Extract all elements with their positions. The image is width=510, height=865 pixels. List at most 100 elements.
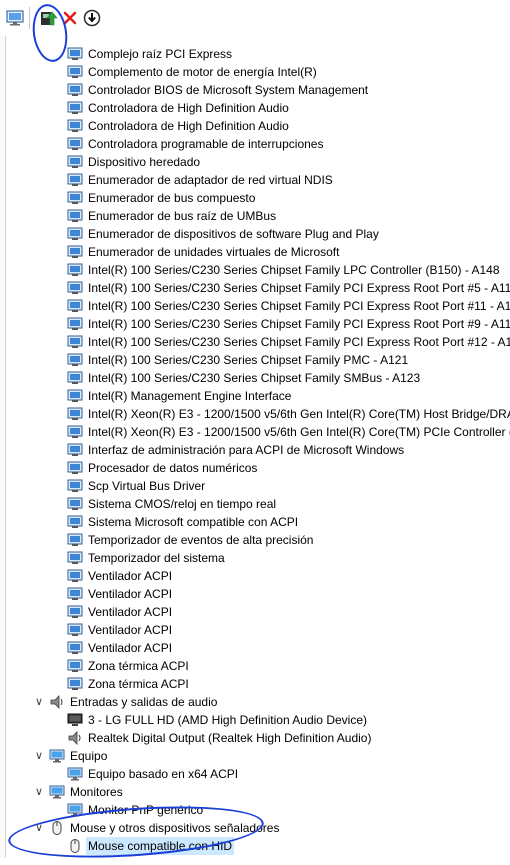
tree-item-device[interactable]: Ventilador ACPI xyxy=(6,567,510,585)
tree-item-device[interactable]: Controladora de High Definition Audio xyxy=(6,117,510,135)
tree-item-icon xyxy=(67,515,83,529)
device-icon xyxy=(67,587,83,600)
tree-item-icon xyxy=(67,731,83,745)
device-label: Intel(R) 100 Series/C230 Series Chipset … xyxy=(88,263,500,277)
tree-item-device[interactable]: Controlador BIOS de Microsoft System Man… xyxy=(6,81,510,99)
tree-item-device[interactable]: Temporizador del sistema xyxy=(6,549,510,567)
tree-item-icon xyxy=(67,353,83,367)
tree-item-device[interactable]: Zona térmica ACPI xyxy=(6,657,510,675)
tree-item-device[interactable]: Intel(R) 100 Series/C230 Series Chipset … xyxy=(6,261,510,279)
tree-item-device[interactable]: Enumerador de adaptador de red virtual N… xyxy=(6,171,510,189)
device-label: Sistema Microsoft compatible con ACPI xyxy=(88,515,299,529)
tree-item-device[interactable]: Zona térmica ACPI xyxy=(6,675,510,693)
tree-item-icon xyxy=(67,65,83,79)
tree-item-icon xyxy=(67,461,83,475)
device-label: Ventilador ACPI xyxy=(88,641,173,655)
tree-category-audio[interactable]: ∨ Entradas y salidas de audio xyxy=(6,693,510,711)
tree-category-monitors[interactable]: ∨ Monitores xyxy=(6,783,510,801)
tree-item-icon xyxy=(67,371,83,385)
tree-item-device[interactable]: Scp Virtual Bus Driver xyxy=(6,477,510,495)
device-icon xyxy=(67,443,83,456)
chevron-down-icon[interactable]: ∨ xyxy=(32,693,46,711)
tree-item-device[interactable]: Enumerador de unidades virtuales de Micr… xyxy=(6,243,510,261)
device-icon xyxy=(67,461,83,474)
scan-hardware-button[interactable] xyxy=(5,8,25,28)
device-label: Complemento de motor de energía Intel(R) xyxy=(88,65,317,79)
device-icon xyxy=(67,245,83,258)
tree-item-icon xyxy=(49,749,65,763)
tree-item-device[interactable]: Controladora de High Definition Audio xyxy=(6,99,510,117)
device-icon xyxy=(67,659,83,672)
tree-item-device[interactable]: Intel(R) 100 Series/C230 Series Chipset … xyxy=(6,315,510,333)
down-arrow-circle-icon xyxy=(83,9,101,27)
tree-item-icon xyxy=(67,713,83,727)
tree-item-device[interactable]: Ventilador ACPI xyxy=(6,585,510,603)
tree-item-icon xyxy=(67,227,83,241)
device-label: Intel(R) 100 Series/C230 Series Chipset … xyxy=(88,281,510,295)
tree-item-icon xyxy=(67,659,83,673)
device-icon xyxy=(67,641,83,654)
device-icon xyxy=(67,515,83,528)
device-label: Dispositivo heredado xyxy=(88,155,201,169)
device-icon xyxy=(67,299,83,312)
tree-item-device[interactable]: Controladora programable de interrupcion… xyxy=(6,135,510,153)
monitor-scan-icon xyxy=(6,10,24,26)
chevron-down-icon[interactable]: ∨ xyxy=(32,783,46,801)
tree-item-device[interactable]: Complemento de motor de energía Intel(R) xyxy=(6,63,510,81)
tree-item-icon xyxy=(67,389,83,403)
tree-item-device[interactable]: Complejo raíz PCI Express xyxy=(6,45,510,63)
tree-item-icon xyxy=(67,443,83,457)
device-icon xyxy=(67,407,83,420)
tree-item-audio-child[interactable]: Realtek Digital Output (Realtek High Def… xyxy=(6,729,510,747)
tree-item-device[interactable]: Temporizador de eventos de alta precisió… xyxy=(6,531,510,549)
tree-item-icon xyxy=(67,245,83,259)
tree-item-device[interactable]: Intel(R) 100 Series/C230 Series Chipset … xyxy=(6,297,510,315)
tree-item-device[interactable]: Dispositivo heredado xyxy=(6,153,510,171)
tree-item-device[interactable]: Intel(R) 100 Series/C230 Series Chipset … xyxy=(6,351,510,369)
tree-item-icon xyxy=(67,605,83,619)
enable-device-button[interactable] xyxy=(82,8,102,28)
tree-item-device[interactable]: Intel(R) Xeon(R) E3 - 1200/1500 v5/6th G… xyxy=(6,423,510,441)
tree-item-device[interactable]: Sistema Microsoft compatible con ACPI xyxy=(6,513,510,531)
tree-item-device[interactable]: Enumerador de bus raíz de UMBus xyxy=(6,207,510,225)
tree-item-audio-child[interactable]: 3 - LG FULL HD (AMD High Definition Audi… xyxy=(6,711,510,729)
device-icon xyxy=(67,425,83,438)
tree-item-device[interactable]: Procesador de datos numéricos xyxy=(6,459,510,477)
device-label: Zona térmica ACPI xyxy=(88,677,189,691)
tree-item-device[interactable]: Ventilador ACPI xyxy=(6,621,510,639)
device-icon xyxy=(67,119,83,132)
tree-item-icon xyxy=(67,137,83,151)
device-label: Ventilador ACPI xyxy=(88,587,173,601)
tree-item-device[interactable]: Ventilador ACPI xyxy=(6,639,510,657)
device-label: Enumerador de unidades virtuales de Micr… xyxy=(88,245,340,259)
tree-item-device[interactable]: Ventilador ACPI xyxy=(6,603,510,621)
device-label: Controladora de High Definition Audio xyxy=(88,101,289,115)
device-icon xyxy=(67,227,83,240)
tree-category-computer[interactable]: ∨ Equipo xyxy=(6,747,510,765)
device-label: Interfaz de administración para ACPI de … xyxy=(88,443,405,457)
toolbar xyxy=(0,0,510,36)
tree-item-icon xyxy=(67,407,83,421)
tree-item-device[interactable]: Intel(R) 100 Series/C230 Series Chipset … xyxy=(6,333,510,351)
tree-item-icon xyxy=(67,155,83,169)
tree-item-device[interactable]: Enumerador de dispositivos de software P… xyxy=(6,225,510,243)
device-icon xyxy=(67,173,83,186)
tree-item-device[interactable]: Sistema CMOS/reloj en tiempo real xyxy=(6,495,510,513)
tree-item-device[interactable]: Intel(R) 100 Series/C230 Series Chipset … xyxy=(6,279,510,297)
device-icon xyxy=(67,263,83,276)
tree-item-device[interactable]: Interfaz de administración para ACPI de … xyxy=(6,441,510,459)
tree-item-icon xyxy=(67,623,83,637)
device-label: Sistema CMOS/reloj en tiempo real xyxy=(88,497,277,511)
device-label: Intel(R) 100 Series/C230 Series Chipset … xyxy=(88,299,510,313)
tree-item-device[interactable]: Intel(R) Management Engine Interface xyxy=(6,387,510,405)
device-label: Intel(R) Xeon(R) E3 - 1200/1500 v5/6th G… xyxy=(88,407,510,421)
device-icon xyxy=(67,479,83,492)
device-label: Enumerador de adaptador de red virtual N… xyxy=(88,173,333,187)
tree-item-icon xyxy=(67,533,83,547)
device-label: Equipo basado en x64 ACPI xyxy=(88,767,239,781)
tree-item-device[interactable]: Intel(R) Xeon(R) E3 - 1200/1500 v5/6th G… xyxy=(6,405,510,423)
chevron-down-icon[interactable]: ∨ xyxy=(32,747,46,765)
tree-item-device[interactable]: Intel(R) 100 Series/C230 Series Chipset … xyxy=(6,369,510,387)
tree-item-device[interactable]: Enumerador de bus compuesto xyxy=(6,189,510,207)
tree-item-computer-child[interactable]: Equipo basado en x64 ACPI xyxy=(6,765,510,783)
